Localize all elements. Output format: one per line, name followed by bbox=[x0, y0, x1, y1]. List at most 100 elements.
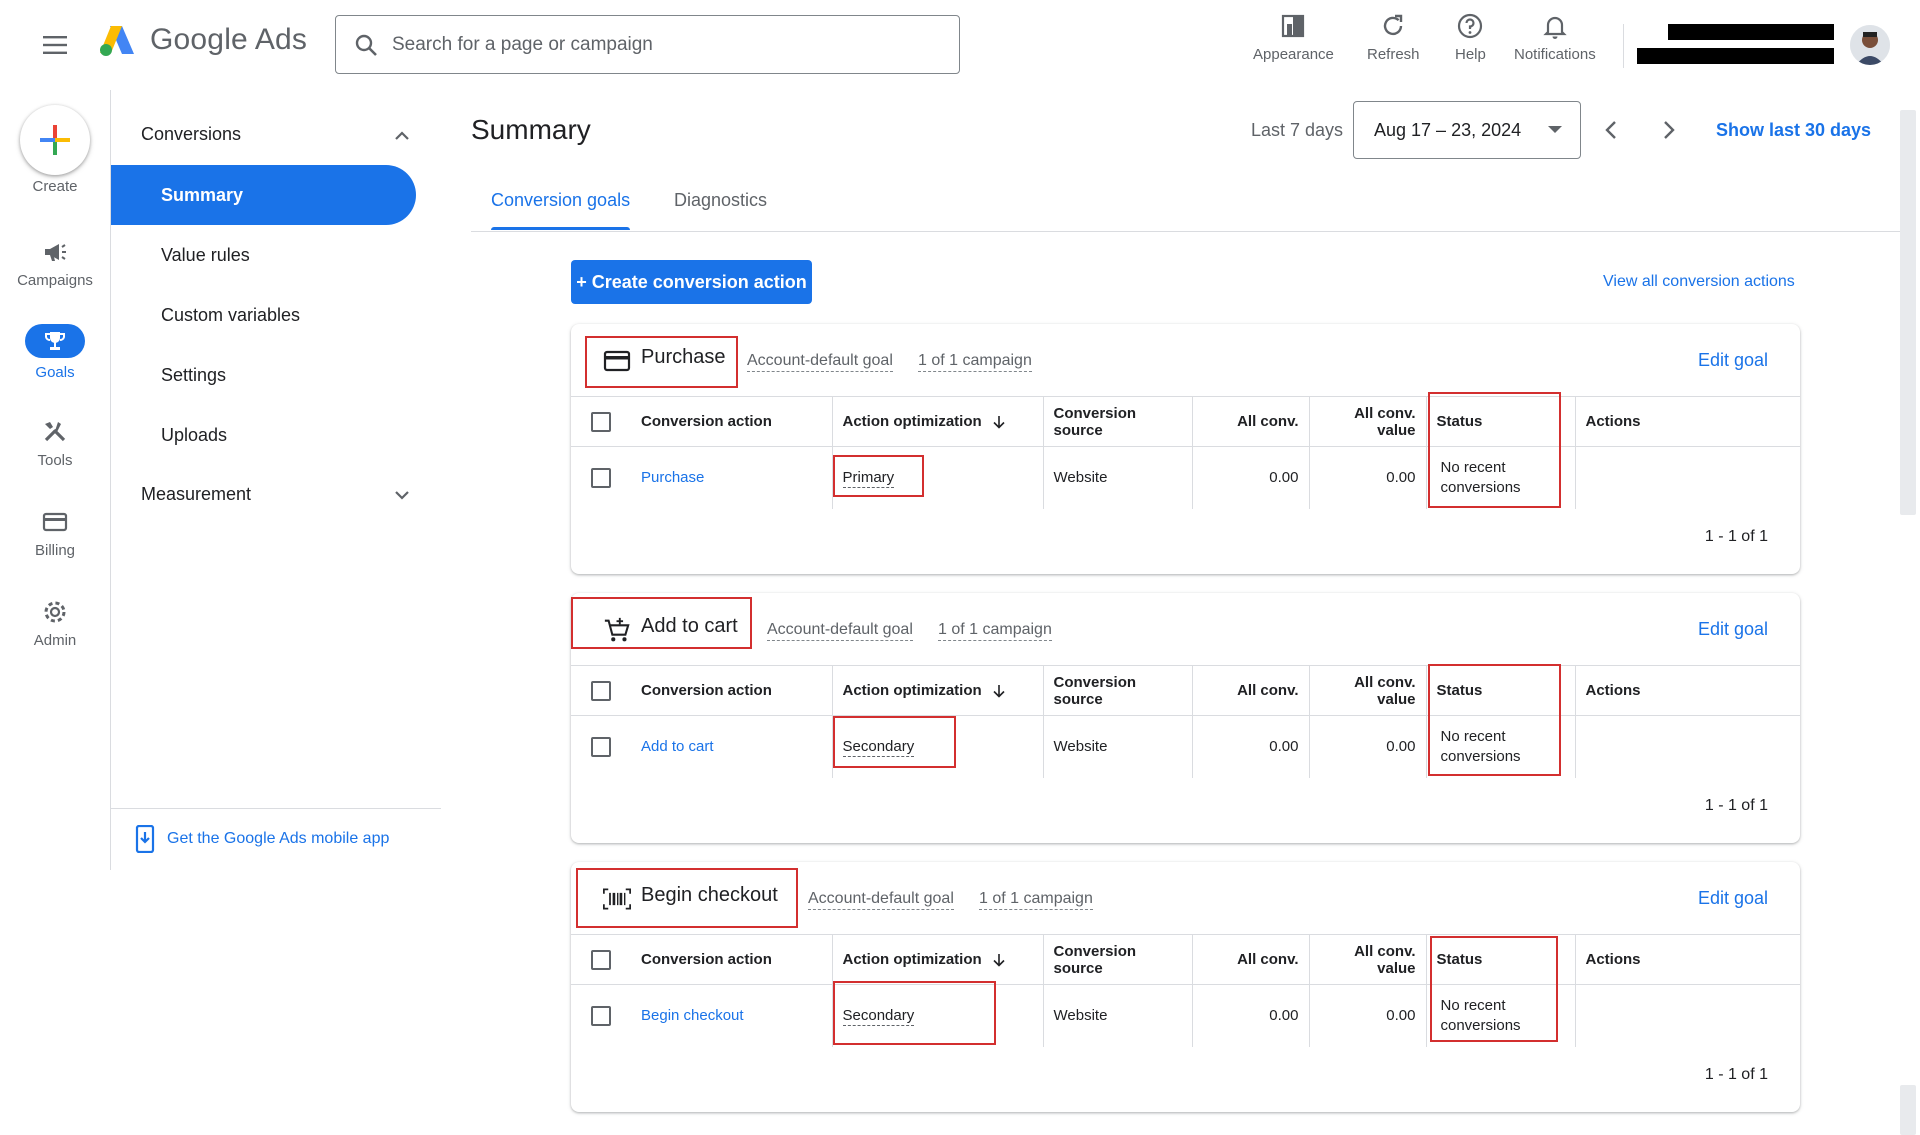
avatar[interactable] bbox=[1850, 25, 1890, 65]
next-period-button[interactable] bbox=[1652, 113, 1686, 147]
subnav-item-custom-variables[interactable]: Custom variables bbox=[111, 285, 416, 345]
status-value: No recent conversions bbox=[1440, 458, 1521, 496]
help-button[interactable]: Help bbox=[1455, 12, 1486, 63]
goal-type-label[interactable]: Account-default goal bbox=[808, 890, 954, 910]
subnav-measurement-label: Measurement bbox=[141, 484, 252, 504]
notifications-button[interactable]: Notifications bbox=[1514, 12, 1596, 63]
col-conversion-action[interactable]: Conversion action bbox=[631, 665, 832, 716]
view-all-conversion-actions-link[interactable]: View all conversion actions bbox=[1603, 273, 1795, 291]
pagination-label: 1 - 1 of 1 bbox=[1704, 1066, 1768, 1083]
conversion-action-link[interactable]: Begin checkout bbox=[641, 1007, 744, 1024]
optimization-value[interactable]: Primary bbox=[842, 469, 895, 489]
col-all-conv[interactable]: All conv. bbox=[1191, 396, 1309, 447]
col-action-optimization[interactable]: Action optimization bbox=[831, 396, 1043, 447]
row-select-cell bbox=[571, 446, 631, 509]
col-action-optimization-label: Action optimization bbox=[842, 951, 982, 968]
refresh-button[interactable]: Refresh bbox=[1367, 12, 1420, 63]
scrollbar-thumb[interactable] bbox=[1900, 110, 1916, 515]
col-conversion-source[interactable]: Conversion source bbox=[1042, 396, 1192, 447]
search-icon bbox=[355, 34, 377, 56]
subnav-measurement-header[interactable]: Measurement bbox=[141, 484, 411, 505]
goal-campaigns-label[interactable]: 1 of 1 campaign bbox=[918, 352, 1032, 372]
rail-item-admin[interactable]: Admin bbox=[0, 598, 110, 649]
col-all-conv-value[interactable]: All conv. value bbox=[1308, 934, 1426, 985]
row-checkbox[interactable] bbox=[591, 1005, 611, 1026]
help-icon bbox=[1458, 13, 1483, 39]
subnav-conversions-header[interactable]: Conversions bbox=[141, 124, 411, 145]
row-checkbox[interactable] bbox=[591, 467, 611, 488]
subnav-item-value-rules[interactable]: Value rules bbox=[111, 225, 416, 285]
rail-item-goals[interactable]: Goals bbox=[0, 324, 110, 381]
conversion-action-link[interactable]: Add to cart bbox=[641, 738, 714, 755]
date-range-select[interactable]: Aug 17 – 23, 2024 bbox=[1353, 101, 1581, 159]
tab-diagnostics[interactable]: Diagnostics bbox=[674, 190, 767, 229]
status-value: No recent conversions bbox=[1440, 727, 1521, 765]
rail-item-campaigns[interactable]: Campaigns bbox=[0, 238, 110, 289]
trophy-icon bbox=[45, 332, 65, 350]
col-all-conv[interactable]: All conv. bbox=[1191, 934, 1309, 985]
goal-campaigns-label[interactable]: 1 of 1 campaign bbox=[938, 621, 1052, 641]
col-conversion-action[interactable]: Conversion action bbox=[631, 934, 832, 985]
source-cell: Website bbox=[1042, 446, 1192, 509]
status-cell: No recent conversions bbox=[1425, 446, 1575, 509]
col-all-conv[interactable]: All conv. bbox=[1191, 665, 1309, 716]
show-last-30-days-link[interactable]: Show last 30 days bbox=[1716, 120, 1871, 141]
page-title: Summary bbox=[471, 114, 591, 145]
select-all-cell bbox=[571, 665, 631, 716]
edit-goal-button[interactable]: Edit goal bbox=[1698, 888, 1768, 909]
chevron-down-icon bbox=[395, 490, 409, 500]
table-header-row: Conversion action Action optimization Co… bbox=[571, 934, 1800, 985]
row-checkbox[interactable] bbox=[591, 736, 611, 757]
google-ads-logo[interactable]: Google Ads bbox=[98, 22, 307, 58]
rail-item-tools[interactable]: Tools bbox=[0, 418, 110, 469]
mobile-download-icon bbox=[135, 825, 155, 853]
previous-period-button[interactable] bbox=[1594, 113, 1628, 147]
google-ads-logo-icon bbox=[100, 26, 134, 56]
select-all-checkbox[interactable] bbox=[591, 949, 611, 970]
tab-conversion-goals[interactable]: Conversion goals bbox=[491, 190, 631, 230]
goal-type-label[interactable]: Account-default goal bbox=[767, 621, 913, 641]
col-all-conv-value[interactable]: All conv. value bbox=[1308, 396, 1426, 447]
goal-card-purchase: Purchase Account-default goal 1 of 1 cam… bbox=[571, 324, 1800, 574]
dropdown-caret-icon bbox=[1548, 126, 1562, 133]
actions-cell bbox=[1574, 984, 1800, 1047]
col-conversion-source[interactable]: Conversion source bbox=[1042, 934, 1192, 985]
notifications-label: Notifications bbox=[1514, 46, 1596, 63]
goal-campaigns-label[interactable]: 1 of 1 campaign bbox=[979, 890, 1093, 910]
optimization-value[interactable]: Secondary bbox=[842, 1007, 915, 1027]
select-all-checkbox[interactable] bbox=[591, 680, 611, 701]
col-status[interactable]: Status bbox=[1425, 934, 1575, 985]
refresh-icon bbox=[1384, 14, 1403, 36]
menu-icon[interactable] bbox=[38, 30, 72, 60]
col-conversion-source[interactable]: Conversion source bbox=[1042, 665, 1192, 716]
col-conversion-action[interactable]: Conversion action bbox=[631, 396, 832, 447]
mobile-app-link[interactable]: Get the Google Ads mobile app bbox=[135, 825, 389, 853]
shopping-cart-icon bbox=[603, 616, 631, 644]
table-row: Purchase Primary Website 0.00 0.00 No re… bbox=[571, 446, 1800, 509]
goal-card-header: Purchase Account-default goal 1 of 1 cam… bbox=[571, 324, 1800, 396]
subnav-item-settings[interactable]: Settings bbox=[111, 345, 416, 405]
col-action-optimization[interactable]: Action optimization bbox=[831, 934, 1043, 985]
table-header-row: Conversion action Action optimization Co… bbox=[571, 665, 1800, 716]
col-all-conv-value[interactable]: All conv. value bbox=[1308, 665, 1426, 716]
rail-item-billing[interactable]: Billing bbox=[0, 508, 110, 559]
create-conversion-action-button[interactable]: + Create conversion action bbox=[571, 260, 812, 304]
goal-type-label[interactable]: Account-default goal bbox=[747, 352, 893, 372]
search-box[interactable] bbox=[335, 15, 960, 74]
edit-goal-button[interactable]: Edit goal bbox=[1698, 350, 1768, 371]
select-all-checkbox[interactable] bbox=[591, 411, 611, 432]
col-actions: Actions bbox=[1574, 665, 1800, 716]
subnav-item-uploads[interactable]: Uploads bbox=[111, 405, 416, 465]
edit-goal-button[interactable]: Edit goal bbox=[1698, 619, 1768, 640]
appearance-button[interactable]: Appearance bbox=[1253, 12, 1334, 63]
col-actions: Actions bbox=[1574, 934, 1800, 985]
col-action-optimization[interactable]: Action optimization bbox=[831, 665, 1043, 716]
col-status[interactable]: Status bbox=[1425, 396, 1575, 447]
subnav-item-summary[interactable]: Summary bbox=[111, 165, 416, 225]
col-status[interactable]: Status bbox=[1425, 665, 1575, 716]
scrollbar-thumb-lower[interactable] bbox=[1900, 1085, 1916, 1135]
optimization-value[interactable]: Secondary bbox=[842, 738, 915, 758]
create-button[interactable] bbox=[20, 105, 90, 175]
search-input[interactable] bbox=[392, 33, 932, 56]
conversion-action-link[interactable]: Purchase bbox=[641, 469, 704, 486]
